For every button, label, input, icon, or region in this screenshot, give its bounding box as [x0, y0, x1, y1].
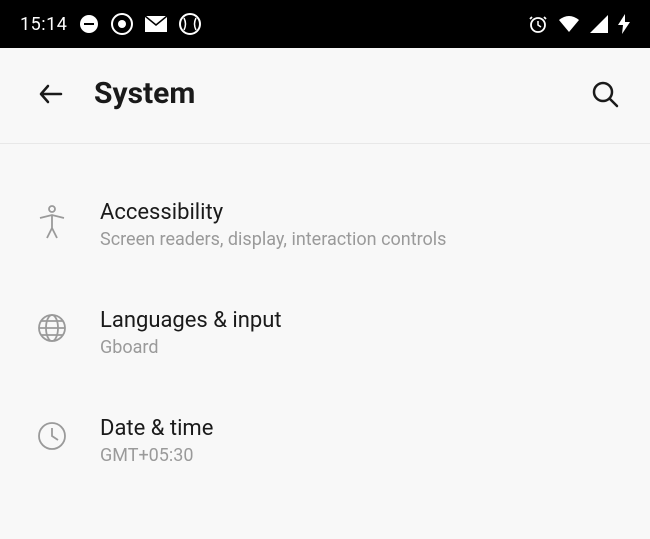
item-title: Accessibility: [100, 200, 620, 225]
item-subtitle: Screen readers, display, interaction con…: [100, 229, 620, 250]
page-title: System: [94, 76, 590, 111]
settings-item-languages[interactable]: Languages & input Gboard: [0, 290, 650, 376]
alarm-icon: [528, 14, 548, 34]
settings-item-accessibility[interactable]: Accessibility Screen readers, display, i…: [0, 182, 650, 268]
status-bar: 15:14: [0, 0, 650, 48]
settings-list: Accessibility Screen readers, display, i…: [0, 144, 650, 484]
item-title: Date & time: [100, 416, 620, 441]
item-text: Languages & input Gboard: [100, 308, 620, 358]
wifi-icon: [558, 15, 580, 33]
status-time: 15:14: [20, 14, 67, 35]
notification-icon: [79, 14, 99, 34]
item-text: Accessibility Screen readers, display, i…: [100, 200, 620, 250]
clock-icon: [30, 416, 100, 452]
item-text: Date & time GMT+05:30: [100, 416, 620, 466]
charging-icon: [618, 14, 630, 34]
header: System: [0, 48, 650, 144]
mail-icon: [145, 16, 167, 32]
status-left: 15:14: [20, 13, 201, 35]
status-right: [528, 14, 630, 34]
cellular-icon: [590, 15, 608, 33]
accessibility-icon: [30, 200, 100, 240]
globe-icon: [179, 13, 201, 35]
globe-icon: [30, 308, 100, 344]
settings-item-datetime[interactable]: Date & time GMT+05:30: [0, 398, 650, 484]
back-button[interactable]: [36, 79, 66, 109]
app-circle-icon: [111, 13, 133, 35]
item-subtitle: GMT+05:30: [100, 445, 620, 466]
item-subtitle: Gboard: [100, 337, 620, 358]
search-button[interactable]: [590, 79, 620, 109]
item-title: Languages & input: [100, 308, 620, 333]
